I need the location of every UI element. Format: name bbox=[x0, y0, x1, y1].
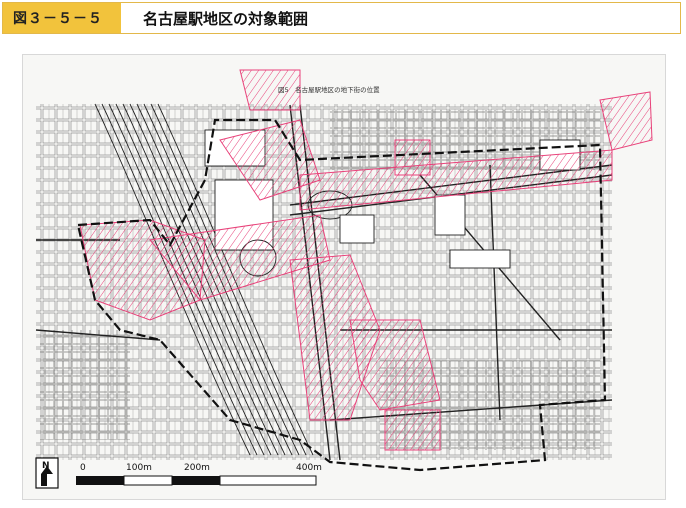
scale-label-400: 400m bbox=[296, 463, 322, 473]
scale-label-200: 200m bbox=[184, 463, 210, 473]
north-arrow: N bbox=[35, 457, 59, 489]
scale-label-100: 100m bbox=[126, 463, 152, 473]
scale-label-0: 0 bbox=[80, 463, 86, 473]
map-caption: 図5 名古屋駅地区の地下街の位置 bbox=[278, 85, 380, 94]
map-drawing: 図5 名古屋駅地区の地下街の位置 N 0 100m 200m 400m bbox=[35, 69, 653, 489]
north-label: N bbox=[42, 461, 50, 471]
scale-bar: 0 100m 200m 400m bbox=[76, 463, 322, 486]
